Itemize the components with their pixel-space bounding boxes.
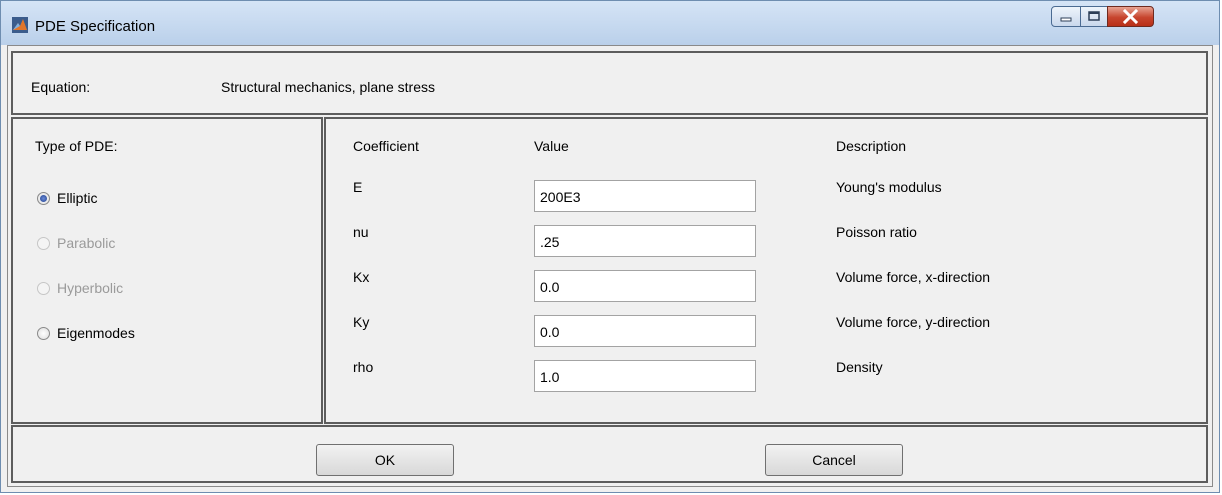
value-field-E[interactable]: 200E3 xyxy=(534,180,756,212)
title-bar: PDE Specification xyxy=(1,1,1219,45)
minimize-icon xyxy=(1060,17,1072,22)
coef-name-rho: rho xyxy=(353,359,374,375)
cancel-button[interactable]: Cancel xyxy=(765,444,903,476)
equation-panel: Equation: Structural mechanics, plane st… xyxy=(11,51,1208,115)
radio-label-hyperbolic: Hyperbolic xyxy=(57,280,124,296)
ok-button[interactable]: OK xyxy=(316,444,454,476)
button-panel: OK Cancel xyxy=(11,425,1208,483)
radio-button-disabled xyxy=(37,282,50,295)
close-icon xyxy=(1122,8,1139,25)
window-title: PDE Specification xyxy=(35,18,156,35)
coef-name-nu: nu xyxy=(353,224,369,240)
radio-dot xyxy=(40,195,47,202)
value-field-Ky[interactable]: 0.0 xyxy=(534,315,756,347)
value-field-rho[interactable]: 1.0 xyxy=(534,360,756,392)
maximize-button[interactable] xyxy=(1080,6,1108,27)
pde-type-title: Type of PDE: xyxy=(35,138,118,154)
radio-label-parabolic: Parabolic xyxy=(57,235,116,251)
dialog-content: Equation: Structural mechanics, plane st… xyxy=(7,45,1213,487)
header-coefficient: Coefficient xyxy=(353,138,419,154)
maximize-icon xyxy=(1088,11,1100,21)
equation-label: Equation: xyxy=(31,79,91,95)
radio-button-selected[interactable] xyxy=(37,192,50,205)
coef-name-Ky: Ky xyxy=(353,314,370,330)
radio-label-elliptic: Elliptic xyxy=(57,190,98,206)
coef-desc-rho: Density xyxy=(836,359,883,375)
close-button[interactable] xyxy=(1107,6,1154,27)
minimize-button[interactable] xyxy=(1051,6,1081,27)
coef-desc-Kx: Volume force, x-direction xyxy=(836,269,991,285)
coef-desc-nu: Poisson ratio xyxy=(836,224,917,240)
coef-name-E: E xyxy=(353,179,363,195)
radio-button-disabled xyxy=(37,237,50,250)
value-field-nu[interactable]: .25 xyxy=(534,225,756,257)
coef-name-Kx: Kx xyxy=(353,269,370,285)
matlab-icon xyxy=(12,17,28,33)
coef-desc-Ky: Volume force, y-direction xyxy=(836,314,991,330)
equation-value: Structural mechanics, plane stress xyxy=(221,79,435,95)
value-field-Kx[interactable]: 0.0 xyxy=(534,270,756,302)
header-description: Description xyxy=(836,138,907,154)
radio-button[interactable] xyxy=(37,327,50,340)
coefficients-panel: Coefficient Value Description E 200E3 Yo… xyxy=(324,117,1208,424)
radio-label-eigenmodes: Eigenmodes xyxy=(57,325,135,341)
pde-type-panel: Type of PDE: Elliptic Parabolic Hyperbol… xyxy=(11,117,323,424)
pde-specification-window: PDE Specification Equation: Structural m… xyxy=(0,0,1220,493)
coef-desc-E: Young's modulus xyxy=(836,179,942,195)
header-value: Value xyxy=(534,138,569,154)
